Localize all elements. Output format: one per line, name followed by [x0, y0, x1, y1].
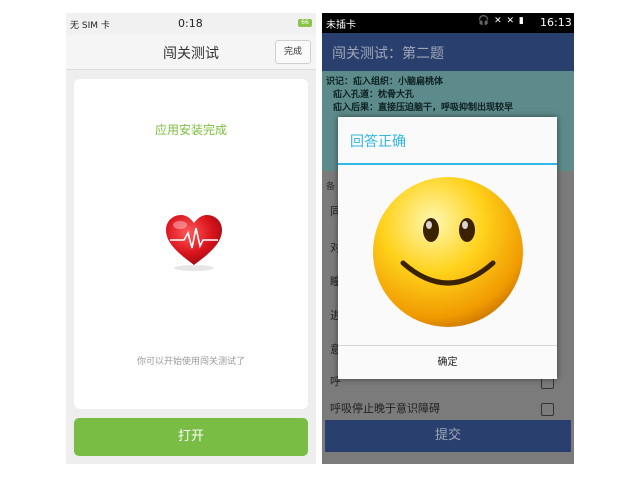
status-bar: 未插卡 🎧 ✕ ✕ ▮ 16:13 [322, 13, 574, 33]
carrier-label: 未插卡 [326, 20, 356, 31]
confirm-button[interactable]: 确定 [338, 346, 557, 379]
result-dialog: 回答正确 确定 [338, 117, 557, 379]
page-title: 闯关测试：第二题 [332, 46, 444, 62]
done-button[interactable]: 完成 [275, 40, 311, 64]
clock: 16:13 [540, 16, 572, 29]
install-card: 应用安装完成 你可以开始使用闯关测试了 [74, 79, 308, 409]
status-bar: 无 SIM 卡 0:18 66 [66, 13, 316, 35]
install-status-text: 应用安装完成 [154, 123, 227, 137]
heart-icon [166, 215, 222, 271]
carrier-label: 无 SIM 卡 [70, 21, 110, 31]
smiley-face-icon [373, 177, 523, 327]
info-line: 疝入孔道：枕骨大孔 [333, 90, 415, 100]
option-checkbox[interactable] [541, 403, 554, 416]
info-line: 识记：疝入组织：小脑扁桃体 [326, 77, 444, 87]
clock: 0:18 [178, 17, 203, 30]
submit-button[interactable]: 提交 [325, 420, 571, 452]
dialog-divider [338, 163, 557, 165]
option-row[interactable]: 呼吸停止晚于意识障碍 [330, 400, 566, 420]
open-button[interactable]: 打开 [74, 418, 308, 456]
dialog-title: 回答正确 [350, 134, 406, 150]
headset-mute-signal-battery-icons: 🎧 ✕ ✕ ▮ [478, 16, 525, 26]
battery-icon: 66 [298, 19, 312, 27]
hint-text: 你可以开始使用闯关测试了 [136, 357, 245, 367]
install-complete-screen: 无 SIM 卡 0:18 66 闯关测试 完成 应用安装完成 你可以开始使用闯关… [66, 13, 316, 464]
app-bar: 闯关测试：第二题 [322, 33, 574, 71]
quiz-screen: 未插卡 🎧 ✕ ✕ ▮ 16:13 闯关测试：第二题 识记：疝入组织：小脑扁桃体… [322, 13, 574, 464]
info-line: 疝入后果：直接压迫脑干，呼吸抑制出现较早 [333, 103, 514, 113]
title-bar: 闯关测试 完成 [66, 35, 316, 70]
option-label: 呼吸停止晚于意识障碍 [330, 402, 440, 415]
options-hint: 备 [326, 182, 336, 192]
